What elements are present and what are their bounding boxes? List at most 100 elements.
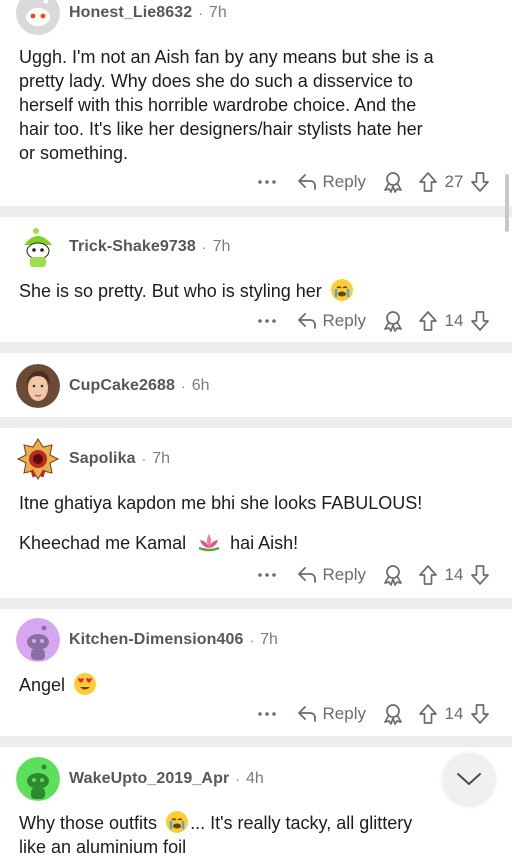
crying-face-emoji (330, 279, 353, 301)
comment-trick-shake: Trick-Shake9738 · 7h She is so pretty. B… (0, 217, 512, 342)
comment-text: ... It's really tacky, all glittery (190, 813, 413, 833)
comment-age: 7h (212, 238, 231, 255)
comment-separator (0, 736, 512, 747)
purple-snoo-avatar-icon[interactable] (16, 618, 60, 662)
award-icon[interactable] (382, 703, 404, 725)
comment-text: Angel (19, 675, 66, 695)
downvote-icon[interactable] (470, 171, 490, 193)
vote-control: 14 (418, 703, 490, 725)
chevron-down-icon (457, 773, 481, 785)
comment-sapolika: Sapolika · 7h Itne ghatiya kapdon me bhi… (0, 428, 512, 598)
vote-control: 14 (418, 564, 490, 586)
downvote-icon[interactable] (470, 564, 490, 586)
award-icon[interactable] (382, 564, 404, 586)
comment-separator (0, 206, 512, 217)
reply-button[interactable]: Reply (297, 704, 366, 724)
monster-avatar-icon[interactable] (16, 437, 60, 481)
username[interactable]: CupCake2688 (69, 377, 175, 395)
more-options-icon[interactable] (255, 712, 279, 716)
reply-arrow-icon (297, 567, 316, 583)
heart-eyes-emoji (74, 673, 97, 695)
comment-text: She is so pretty. But who is styling her (19, 281, 322, 301)
more-options-icon[interactable] (255, 319, 279, 323)
comment-body: Uggh. I'm not an Aish fan by any means b… (19, 45, 489, 165)
comment-separator (0, 342, 512, 353)
crying-face-emoji (166, 811, 189, 833)
upvote-icon[interactable] (418, 564, 438, 586)
reply-button[interactable]: Reply (297, 565, 366, 585)
scrollbar[interactable] (505, 174, 509, 232)
comment-actions: Reply 14 (255, 308, 490, 334)
comment-body: She is so pretty. But who is styling her (19, 279, 489, 303)
vote-count: 14 (444, 704, 464, 723)
award-icon[interactable] (382, 310, 404, 332)
vote-count: 27 (444, 172, 464, 191)
upvote-icon[interactable] (418, 310, 438, 332)
comment-age: 6h (191, 377, 210, 394)
comment-body: Why those outfits ... It's really tacky,… (19, 811, 489, 859)
comment-line: Why those outfits ... It's really tacky,… (19, 811, 489, 835)
comment-separator (0, 598, 512, 609)
comment-line: like an aluminium foil (19, 837, 187, 857)
comment-actions: Reply 27 (255, 169, 490, 195)
vote-count: 14 (444, 565, 464, 584)
green-snoo-avatar-icon[interactable] (16, 225, 60, 269)
comment-line: pretty lady. Why does she do such a diss… (19, 71, 413, 91)
comment-line: Itne ghatiya kapdon me bhi she looks FAB… (19, 493, 423, 513)
vote-control: 14 (418, 310, 490, 332)
comment-line: Uggh. I'm not an Aish fan by any means b… (19, 47, 434, 67)
meta-separator: · (198, 5, 203, 21)
comment-line: hair too. It's like her designers/hair s… (19, 119, 423, 139)
comment-actions: Reply 14 (255, 701, 490, 727)
comment-separator (0, 417, 512, 428)
lotus-emoji (197, 531, 220, 553)
meta-separator: · (235, 771, 240, 787)
meta-separator: · (201, 239, 207, 255)
scroll-down-button[interactable] (443, 753, 495, 805)
comment-header: Sapolika · 7h (16, 437, 170, 481)
comment-age: 7h (260, 631, 278, 648)
vote-control: 27 (418, 171, 490, 193)
upvote-icon[interactable] (418, 171, 438, 193)
reply-label: Reply (322, 172, 366, 191)
comment-header: Kitchen-Dimension406 · 7h (16, 618, 278, 662)
meta-separator: · (249, 632, 255, 648)
snoo-avatar-icon[interactable] (16, 0, 60, 35)
username[interactable]: WakeUpto_2019_Apr (69, 770, 229, 788)
reply-arrow-icon (297, 174, 316, 190)
comment-header: Honest_Lie8632 · 7h (16, 0, 227, 35)
username[interactable]: Honest_Lie8632 (69, 4, 192, 22)
comment-honest-lie: Honest_Lie8632 · 7h Uggh. I'm not an Ais… (0, 0, 512, 206)
meta-separator: · (141, 451, 147, 467)
more-options-icon[interactable] (255, 180, 279, 184)
comment-cupcake[interactable]: CupCake2688 · 6h (0, 353, 512, 417)
reply-arrow-icon (297, 706, 316, 722)
username[interactable]: Trick-Shake9738 (69, 238, 196, 256)
comment-line: herself with this horrible wardrobe choi… (19, 95, 417, 115)
comment-age: 7h (208, 4, 227, 21)
downvote-icon[interactable] (470, 310, 490, 332)
more-options-icon[interactable] (255, 573, 279, 577)
username[interactable]: Kitchen-Dimension406 (69, 631, 243, 649)
photo-avatar-icon[interactable] (16, 364, 60, 408)
upvote-icon[interactable] (418, 703, 438, 725)
comment-body: Itne ghatiya kapdon me bhi she looks FAB… (19, 491, 489, 555)
comment-wakeupto: WakeUpto_2019_Apr · 4h Why those outfits… (0, 747, 512, 865)
comment-body: Angel (19, 673, 489, 697)
comment-kitchen-dimension: Kitchen-Dimension406 · 7h Angel Reply 14 (0, 609, 512, 736)
downvote-icon[interactable] (470, 703, 490, 725)
comment-age: 7h (152, 450, 171, 467)
comment-text: Why those outfits (19, 813, 158, 833)
green-snoo-avatar-icon[interactable] (16, 757, 60, 801)
reply-label: Reply (322, 311, 366, 330)
reply-button[interactable]: Reply (297, 311, 366, 331)
reply-button[interactable]: Reply (297, 172, 366, 192)
award-icon[interactable] (382, 171, 404, 193)
meta-separator: · (181, 378, 186, 394)
comment-line: Kheechad me Kamal hai Aish! (19, 531, 489, 555)
comment-line: or something. (19, 143, 129, 163)
comment-text: Kheechad me Kamal (19, 533, 187, 553)
reply-label: Reply (322, 704, 366, 723)
username[interactable]: Sapolika (69, 450, 136, 468)
comment-header: Trick-Shake9738 · 7h (16, 225, 230, 269)
